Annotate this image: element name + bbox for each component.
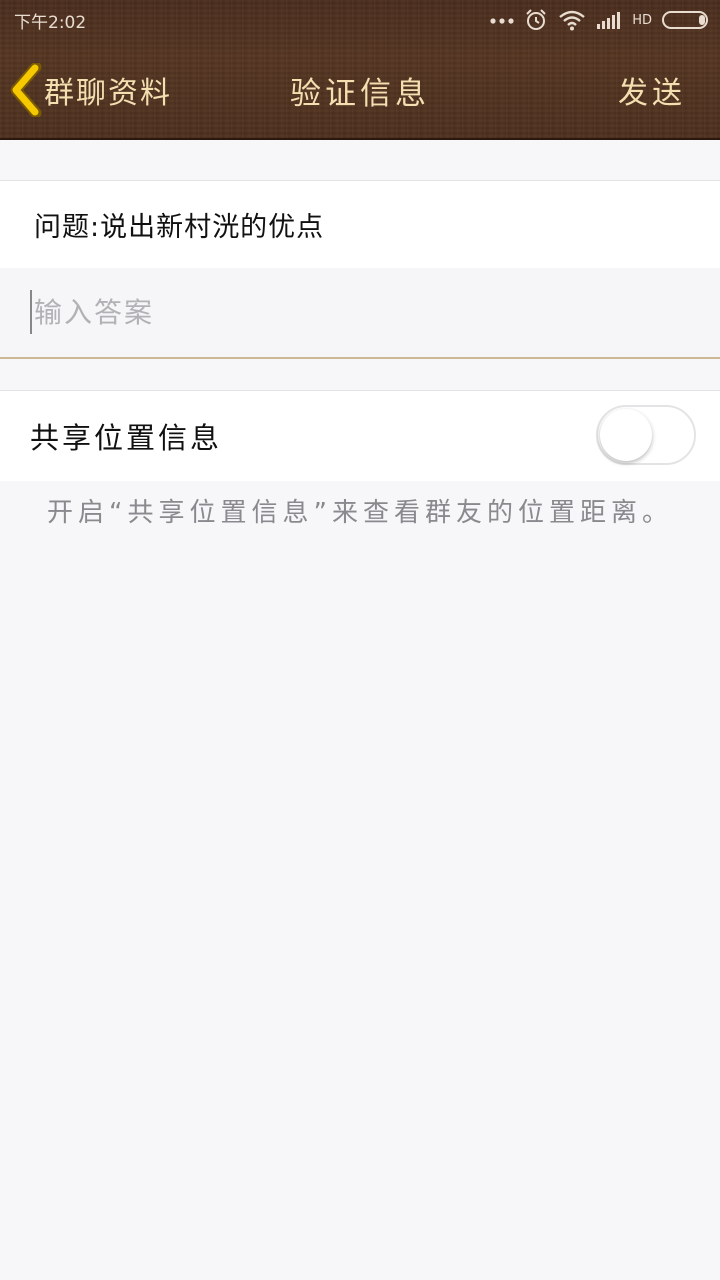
share-location-label: 共享位置信息 bbox=[30, 421, 223, 455]
share-location-row: 共享位置信息 bbox=[0, 390, 720, 481]
status-bar: 下午2:02 HD bbox=[0, 0, 720, 40]
battery-icon bbox=[662, 11, 708, 29]
network-label: HD bbox=[632, 12, 652, 28]
status-icons: HD bbox=[490, 8, 710, 32]
page-title: 验证信息 bbox=[290, 76, 430, 112]
alarm-icon bbox=[526, 9, 546, 30]
answer-row bbox=[0, 268, 720, 359]
share-location-toggle[interactable] bbox=[596, 405, 696, 465]
send-button[interactable]: 发送 bbox=[618, 68, 686, 112]
question-text: 问题:说出新村洸的优点 bbox=[34, 212, 325, 243]
wifi-icon bbox=[559, 10, 585, 31]
header: 下午2:02 HD 群聊资料 验证信息 发送 bbox=[0, 0, 720, 140]
toggle-knob bbox=[600, 409, 652, 461]
verification-page: 下午2:02 HD 群聊资料 验证信息 发送 问题:说出新村洸的优点 输入答案 … bbox=[0, 0, 720, 1280]
nav-bar: 群聊资料 验证信息 发送 bbox=[0, 40, 720, 138]
signal-icon bbox=[597, 12, 621, 29]
more-dots-icon bbox=[490, 18, 514, 24]
question-row: 问题:说出新村洸的优点 bbox=[0, 180, 720, 269]
share-location-hint: 开启“共享位置信息”来查看群友的位置距离。 bbox=[47, 498, 673, 528]
answer-input[interactable] bbox=[30, 290, 694, 334]
status-time: 下午2:02 bbox=[14, 13, 87, 33]
